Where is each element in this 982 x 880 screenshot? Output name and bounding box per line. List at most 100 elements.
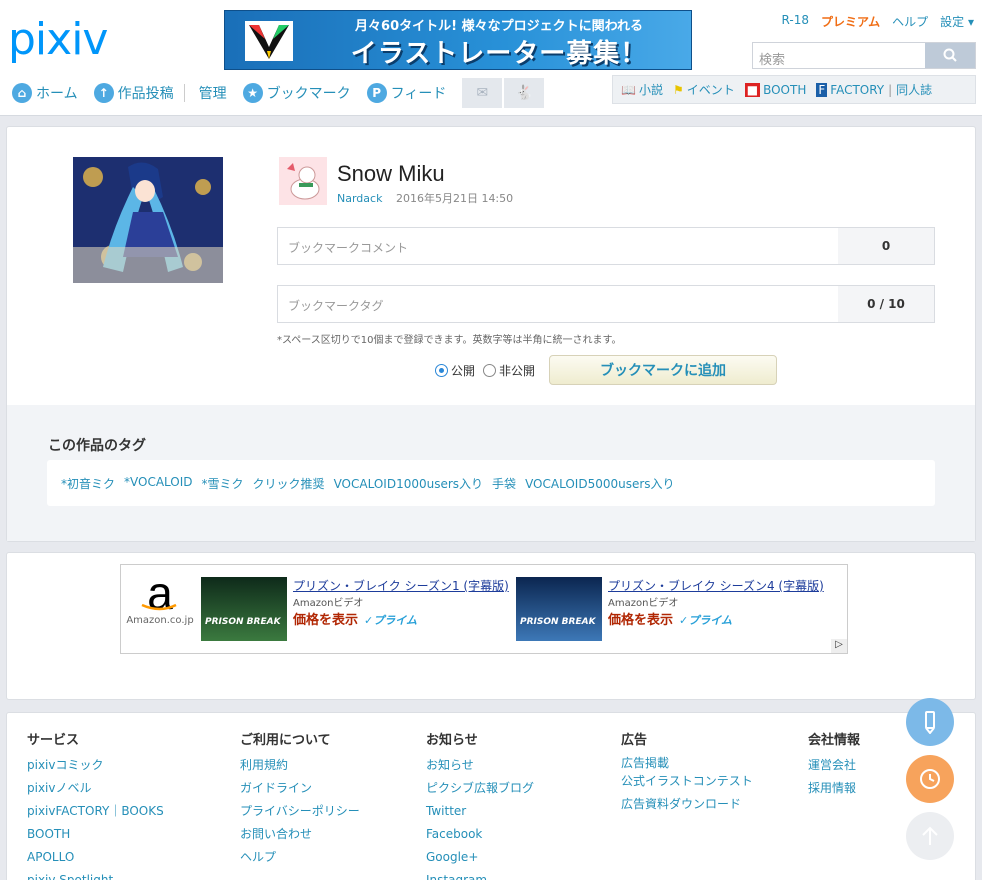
top-links: R-18 プレミアム ヘルプ 設定 ▾ <box>782 13 974 30</box>
nav-upload-label: 作品投稿 <box>117 86 174 102</box>
footer-link[interactable]: 広告掲載 <box>621 754 753 772</box>
tag-item[interactable]: VOCALOID5000users入り <box>525 475 674 491</box>
footer: サービス pixivコミック pixivノベル pixivFACTORY｜BOO… <box>6 712 976 880</box>
feed-icon: P <box>366 83 387 103</box>
service-booth[interactable]: ■ BOOTH <box>744 82 807 97</box>
tag-item[interactable]: *初音ミク <box>61 475 115 491</box>
tag-item[interactable]: *VOCALOID <box>124 475 193 491</box>
book-icon: 📖 <box>621 82 636 97</box>
pixiv-logo[interactable]: pixiv <box>8 14 108 65</box>
tag-item[interactable]: *雪ミク <box>202 475 244 491</box>
service-event-label: イベント <box>686 83 735 97</box>
product-poster: PRISON BREAK <box>201 577 287 641</box>
footer-col-news: お知らせ お知らせ ピクシブ広報ブログ Twitter Facebook Goo… <box>426 729 534 880</box>
footer-link[interactable]: 公式イラストコンテスト <box>621 772 753 790</box>
scroll-top-fab[interactable] <box>906 812 954 860</box>
footer-link[interactable]: pixivノベル <box>27 777 164 800</box>
footer-link[interactable]: 広告資料ダウンロード <box>621 790 753 818</box>
footer-link[interactable]: BOOTH <box>27 823 164 846</box>
footer-link[interactable]: APOLLO <box>27 846 164 869</box>
amazon-logo[interactable]: a Amazon.co.jp <box>121 565 199 653</box>
private-radio[interactable]: 非公開 <box>483 362 535 379</box>
tag-item[interactable]: 手袋 <box>492 475 516 491</box>
nav-home[interactable]: ⌂ ホーム <box>12 83 78 103</box>
messages-button[interactable]: ✉ <box>462 78 503 108</box>
search-box: 検索 <box>752 42 976 69</box>
footer-link[interactable]: 採用情報 <box>808 777 860 800</box>
bookmark-tag-field[interactable]: ブックマークタグ 0 / 10 <box>277 285 935 323</box>
footer-link[interactable]: pixivコミック <box>27 754 164 777</box>
history-fab[interactable] <box>906 755 954 803</box>
footer-link[interactable]: ヘルプ <box>240 846 360 869</box>
nav-feed[interactable]: P フィード <box>366 83 447 103</box>
footer-link[interactable]: プライバシーポリシー <box>240 800 360 823</box>
footer-link[interactable]: お知らせ <box>426 754 534 777</box>
footer-link[interactable]: Facebook <box>426 823 534 846</box>
tag-count: 0 / 10 <box>838 286 934 322</box>
product-price[interactable]: 価格を表示 <box>608 613 673 628</box>
bookmark-comment-field[interactable]: ブックマークコメント 0 <box>277 227 935 265</box>
footer-heading: サービス <box>27 733 80 748</box>
product-price[interactable]: 価格を表示 <box>293 613 358 628</box>
help-link[interactable]: ヘルプ <box>892 13 928 30</box>
booth-icon: ■ <box>744 82 761 97</box>
recruit-banner[interactable]: 月々60タイトル! 様々なプロジェクトに関われる イラストレーター募集！ <box>224 10 692 70</box>
tag-placeholder: ブックマークタグ <box>288 299 384 313</box>
comment-count: 0 <box>838 228 934 264</box>
nav-manage[interactable]: 管理 <box>199 83 227 103</box>
amazon-domain: Amazon.co.jp <box>126 615 194 626</box>
author-link[interactable]: Nardack <box>337 192 382 205</box>
service-booth-label: BOOTH <box>763 82 807 97</box>
footer-col-services: サービス pixivコミック pixivノベル pixivFACTORY｜BOO… <box>27 729 164 880</box>
notifications-button[interactable]: 🐇 <box>504 78 545 108</box>
pencil-icon <box>925 711 935 734</box>
adchoices-icon[interactable]: ▷ <box>831 639 847 653</box>
product-poster: PRISON BREAK <box>516 577 602 641</box>
add-bookmark-button[interactable]: ブックマークに追加 <box>549 355 777 385</box>
premium-link[interactable]: プレミアム <box>821 13 880 30</box>
upload-icon: ↑ <box>93 83 114 103</box>
tags-heading: この作品のタグ <box>48 438 146 454</box>
settings-link[interactable]: 設定 ▾ <box>940 13 974 30</box>
nav-home-label: ホーム <box>36 86 78 102</box>
v-logo-icon <box>245 21 293 61</box>
footer-link[interactable]: Google+ <box>426 846 534 869</box>
mail-icon: ✉ <box>476 85 489 101</box>
footer-link[interactable]: ガイドライン <box>240 777 360 800</box>
artwork-thumbnail[interactable] <box>73 157 223 283</box>
service-factory[interactable]: F FACTORY <box>816 82 884 97</box>
nav-manage-label: 管理 <box>198 86 227 102</box>
footer-link[interactable]: Instagram <box>426 869 534 880</box>
post-work-fab[interactable] <box>906 698 954 746</box>
footer-link[interactable]: pixivFACTORY｜BOOKS <box>27 800 164 823</box>
nav-feed-label: フィード <box>390 86 447 102</box>
service-event[interactable]: ⚑ イベント <box>673 81 735 98</box>
footer-link[interactable]: お問い合わせ <box>240 823 360 846</box>
amazon-ad[interactable]: a Amazon.co.jp PRISON BREAK プリズン・ブレイク シー… <box>120 564 848 654</box>
nav-bookmark[interactable]: ★ ブックマーク <box>242 83 351 103</box>
service-doujin[interactable]: 同人誌 <box>896 81 932 98</box>
footer-link[interactable]: pixiv Spotlight <box>27 869 164 880</box>
nav-upload[interactable]: ↑ 作品投稿 <box>93 83 174 103</box>
footer-link[interactable]: 利用規約 <box>240 754 360 777</box>
work-tags-section: この作品のタグ *初音ミク *VOCALOID *雪ミク クリック推奨 VOCA… <box>7 405 975 541</box>
artwork-image <box>73 157 223 283</box>
footer-link[interactable]: Twitter <box>426 800 534 823</box>
product-source: Amazonビデオ <box>293 598 364 609</box>
public-radio[interactable]: 公開 <box>435 362 475 379</box>
product-title[interactable]: プリズン・ブレイク シーズン4 (字幕版) <box>608 577 824 594</box>
tag-item[interactable]: クリック推奨 <box>253 475 325 491</box>
footer-link[interactable]: ピクシブ広報ブログ <box>426 777 534 800</box>
tag-item[interactable]: VOCALOID1000users入り <box>334 475 483 491</box>
ad-product[interactable]: PRISON BREAK プリズン・ブレイク シーズン4 (字幕版) Amazo… <box>516 577 824 641</box>
rabbit-icon: 🐇 <box>515 85 534 101</box>
footer-heading: ご利用について <box>240 733 331 748</box>
product-title[interactable]: プリズン・ブレイク シーズン1 (字幕版) <box>293 577 509 594</box>
author-avatar[interactable] <box>279 157 327 205</box>
footer-link[interactable]: 運営会社 <box>808 754 860 777</box>
service-novel[interactable]: 📖 小説 <box>621 81 663 98</box>
search-button[interactable] <box>925 43 975 68</box>
ad-product[interactable]: PRISON BREAK プリズン・ブレイク シーズン1 (字幕版) Amazo… <box>201 577 509 641</box>
r18-link[interactable]: R-18 <box>782 13 809 30</box>
search-input[interactable]: 検索 <box>759 49 785 68</box>
